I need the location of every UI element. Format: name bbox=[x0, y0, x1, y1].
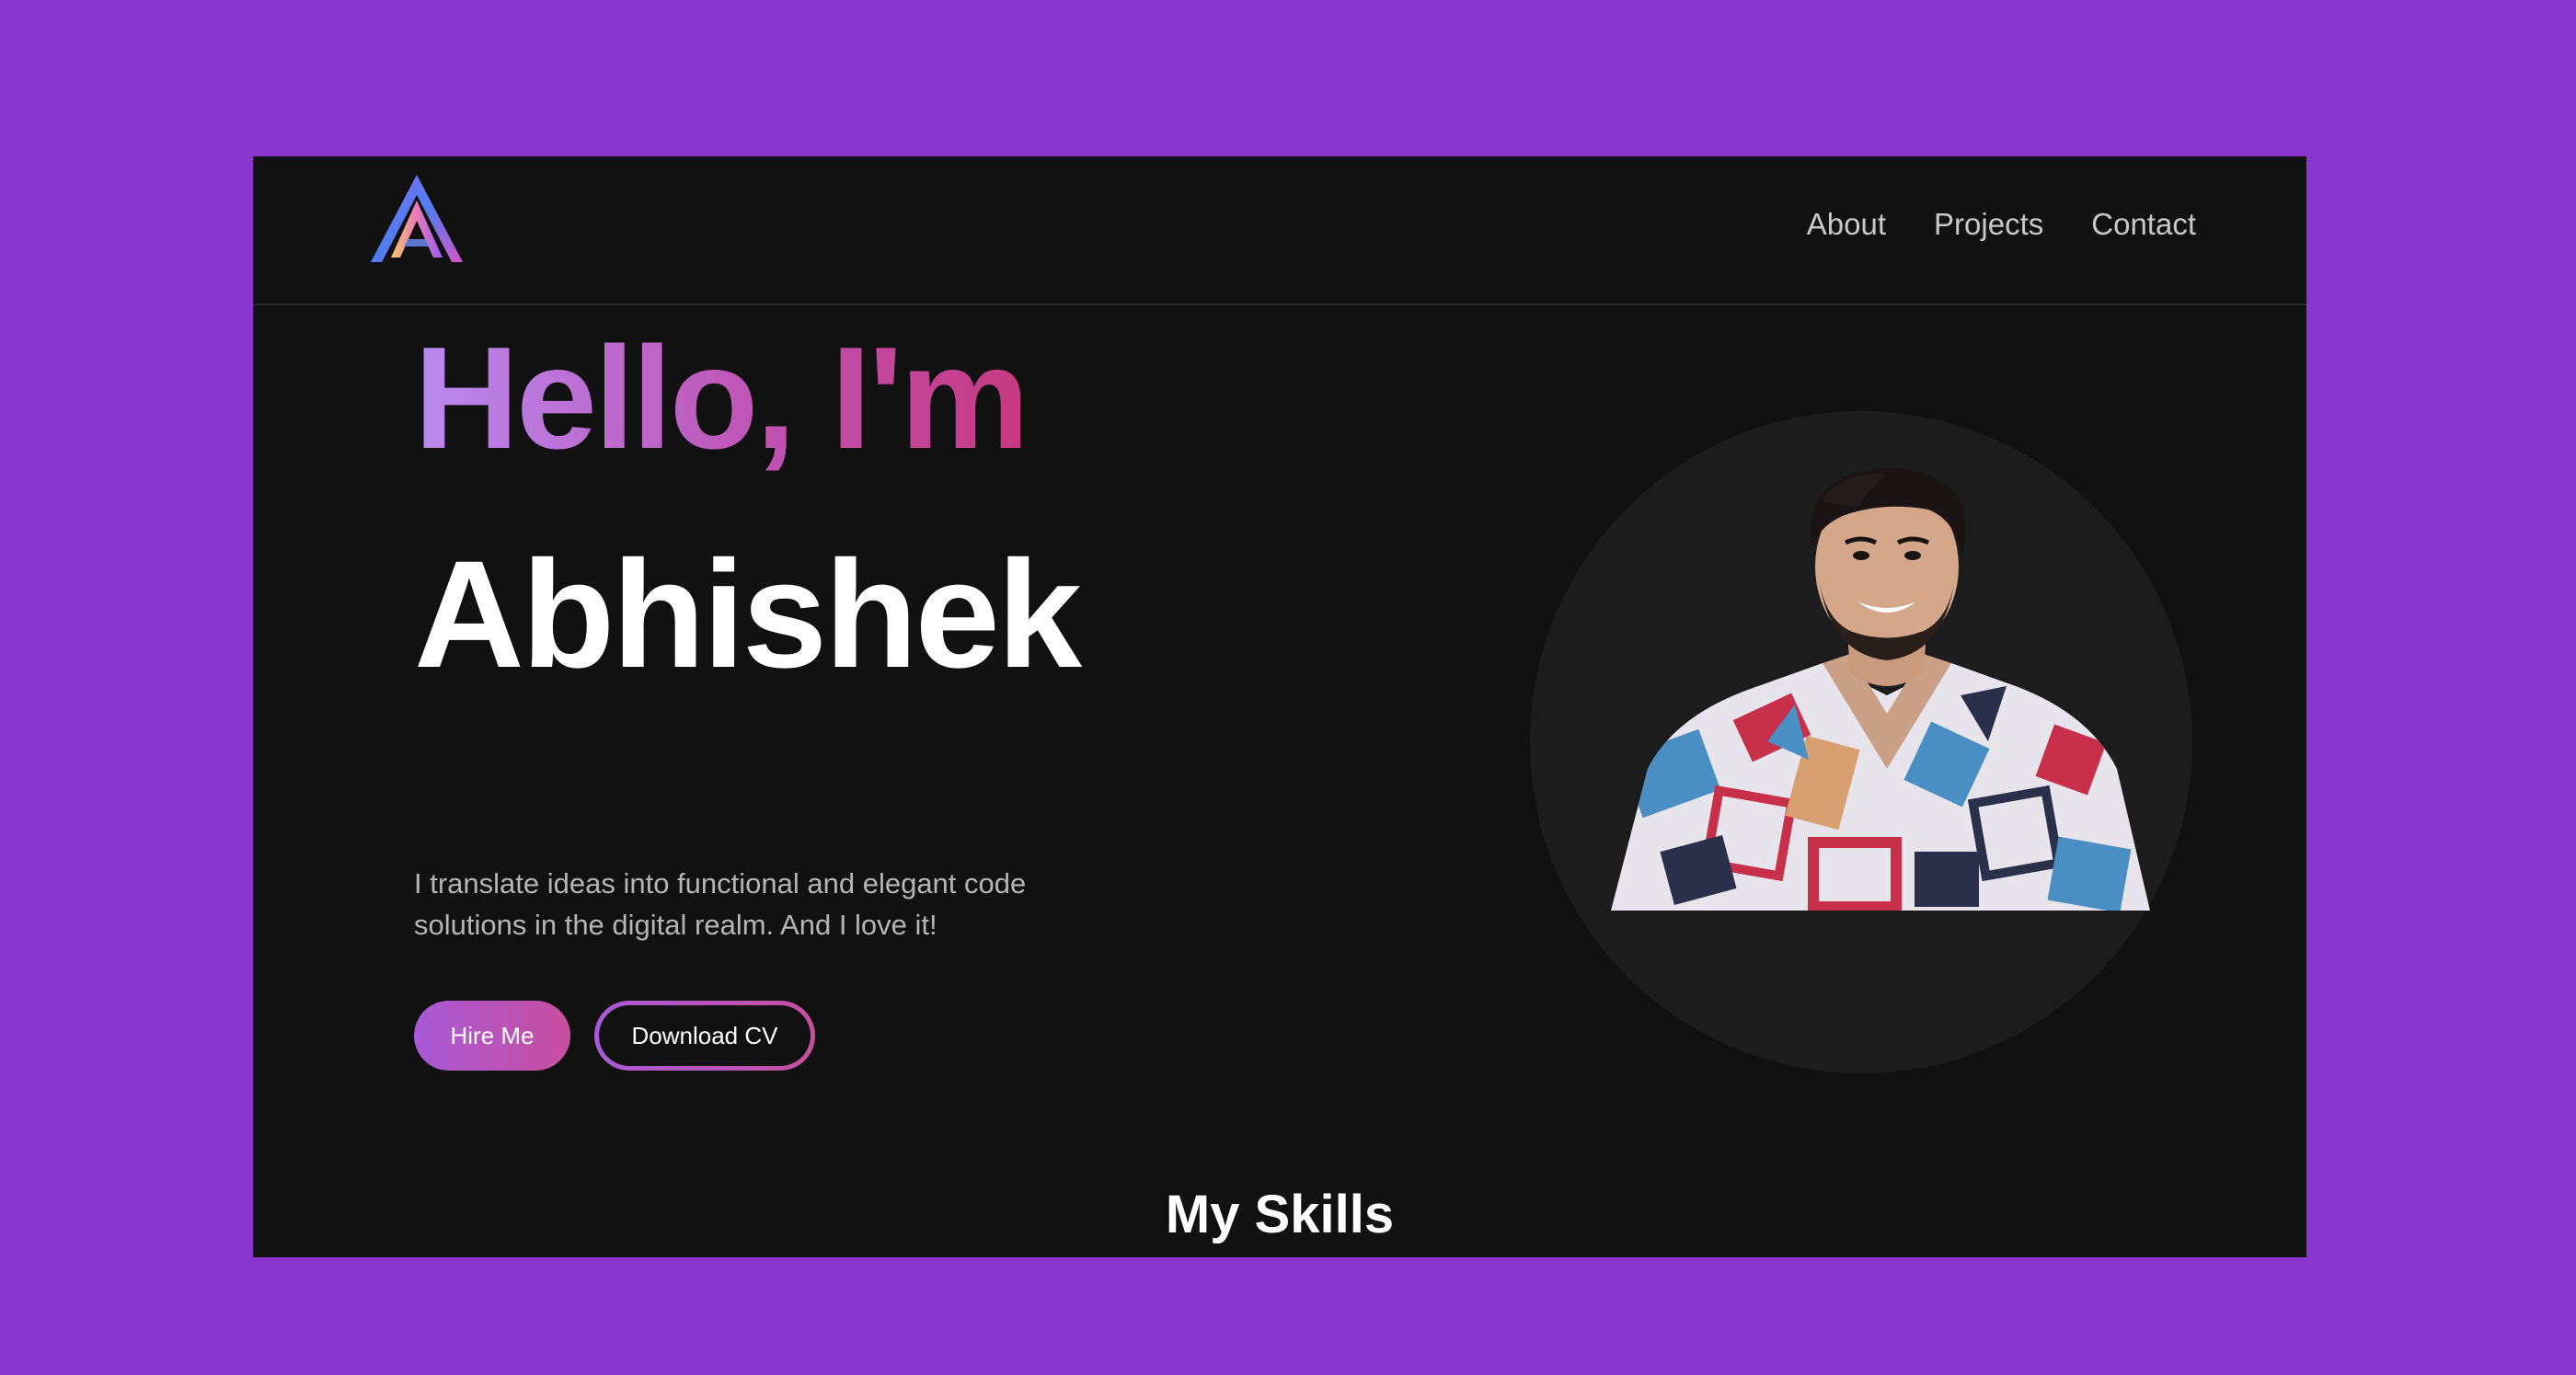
gradient-triangle-a-logo-icon[interactable] bbox=[371, 175, 463, 267]
nav-link-contact[interactable]: Contact bbox=[2091, 206, 2196, 243]
profile-photo bbox=[1611, 467, 2150, 911]
hero-name: Abhishek bbox=[414, 530, 1082, 700]
skills-heading: My Skills bbox=[1165, 1185, 1395, 1244]
hero-tagline: I translate ideas into functional and el… bbox=[414, 867, 1027, 941]
hero-buttons: Hire Me Download CV bbox=[414, 1001, 815, 1071]
hero-greeting: Hello, I'm bbox=[414, 317, 1029, 479]
nav-link-about[interactable]: About bbox=[1807, 206, 1886, 243]
nav-links: About Projects Contact bbox=[1807, 206, 2196, 243]
portfolio-window: About Projects Contact Hello, I'm Abhish… bbox=[253, 156, 2306, 1257]
nav-link-projects[interactable]: Projects bbox=[1934, 206, 2043, 243]
navbar: About Projects Contact bbox=[253, 156, 2306, 305]
download-cv-button[interactable]: Download CV bbox=[594, 1001, 815, 1071]
hire-me-button[interactable]: Hire Me bbox=[414, 1001, 570, 1071]
